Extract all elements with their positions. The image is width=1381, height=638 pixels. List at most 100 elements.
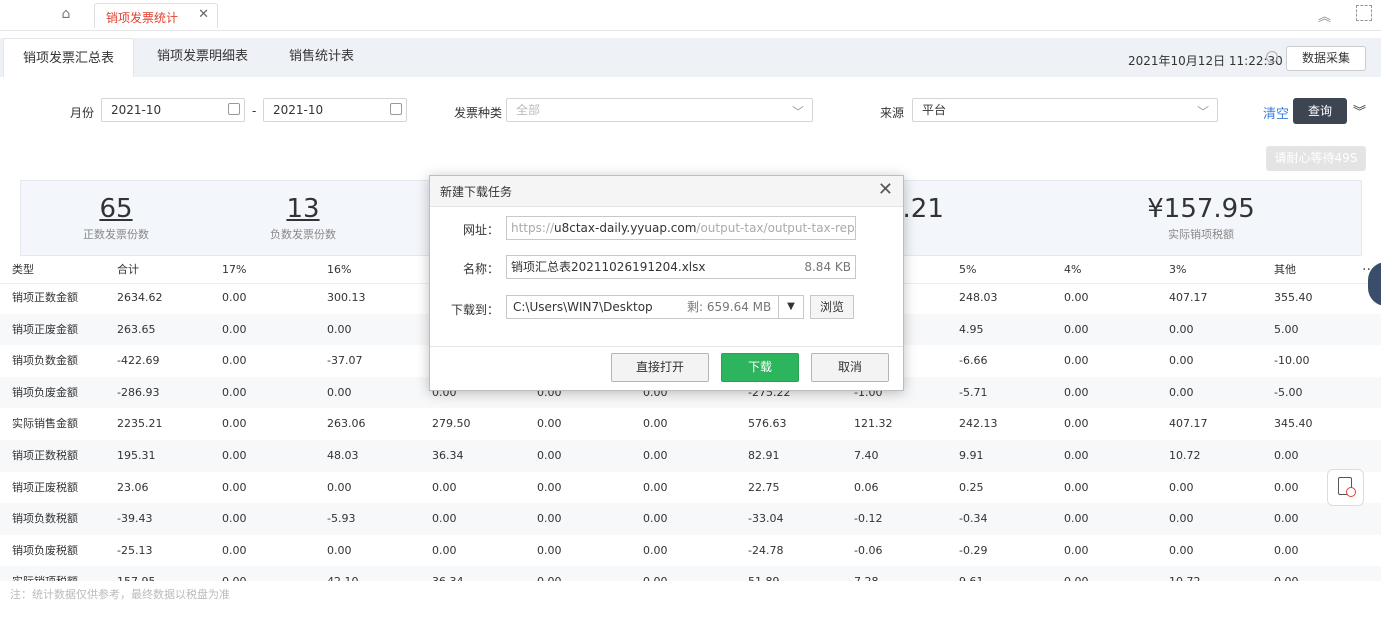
- expand-icon[interactable]: ︾: [1353, 101, 1366, 120]
- calendar-icon[interactable]: [228, 103, 240, 115]
- table-cell: -0.12: [854, 512, 883, 526]
- table-cell: 7.40: [854, 449, 879, 462]
- stat-value: ¥157.95: [1147, 194, 1255, 224]
- table-cell: 263.65: [117, 322, 156, 336]
- table-cell: 0.00: [643, 449, 668, 462]
- tab-sales-stats[interactable]: 销售统计表: [289, 38, 354, 77]
- table-cell: -0.06: [854, 543, 883, 557]
- tab-summary[interactable]: 销项发票汇总表: [3, 38, 134, 77]
- table-cell: 0.00: [1064, 449, 1089, 462]
- table-row: 实际销项税额 157.95 0.00 42.10 36.34 0.00 0.00 51.89 7…: [0, 566, 1381, 581]
- invoice-type-select[interactable]: 全部 ﹀: [506, 98, 813, 122]
- table-cell: -0.34: [959, 512, 988, 526]
- table-cell: 7.28: [854, 566, 879, 581]
- table-cell: 51.89: [748, 566, 780, 581]
- stat-value[interactable]: 65: [71, 193, 161, 225]
- download-button[interactable]: 下载: [721, 353, 799, 382]
- table-cell: 0.00: [1169, 480, 1194, 494]
- row-type-cell: 销项正数金额: [12, 291, 78, 304]
- table-cell: -0.29: [959, 543, 988, 557]
- table-cell: 0.00: [327, 480, 352, 494]
- tab-detail[interactable]: 销项发票明细表: [157, 38, 248, 77]
- table-cell: 121.32: [854, 417, 893, 431]
- row-type-cell: 销项正废金额: [12, 322, 78, 336]
- table-cell: 355.40: [1274, 291, 1313, 304]
- collapse-up-icon[interactable]: ︽: [1318, 6, 1331, 25]
- dialog-title: 新建下载任务: [440, 185, 513, 199]
- table-cell: 0.00: [1169, 354, 1194, 368]
- tab-sales-invoice-stats[interactable]: 销项发票统计 ✕: [94, 3, 218, 28]
- table-cell: -37.07: [327, 354, 363, 368]
- save-path-field[interactable]: C:\Users\WIN7\Desktop 剩: 659.64 MB: [506, 295, 779, 319]
- browse-button[interactable]: 浏览: [810, 295, 854, 319]
- cancel-button[interactable]: 取消: [811, 353, 889, 382]
- source-select[interactable]: 平台 ﹀: [912, 98, 1218, 122]
- table-cell: 279.50: [432, 417, 471, 431]
- close-icon[interactable]: ✕: [878, 179, 893, 200]
- path-dropdown-icon[interactable]: ▼: [778, 295, 804, 319]
- current-datetime: 2021年10月12日 11:22:30: [1128, 54, 1283, 68]
- table-cell: 0.00: [222, 385, 247, 399]
- month-from-input[interactable]: 2021-10: [101, 98, 245, 122]
- table-cell: 0.00: [643, 543, 668, 557]
- url-path: /output-tax/output-tax-repo: [696, 221, 856, 235]
- query-button[interactable]: 查询: [1293, 98, 1347, 124]
- table-cell: 0.00: [1064, 480, 1089, 494]
- table-cell: 0.00: [643, 417, 668, 431]
- name-label: 名称：: [463, 262, 500, 276]
- calendar-icon[interactable]: [390, 103, 402, 115]
- data-collect-button[interactable]: 数据采集: [1286, 46, 1366, 71]
- table-cell: 407.17: [1169, 291, 1208, 304]
- table-cell: 9.91: [959, 449, 984, 462]
- table-cell: 0.06: [854, 480, 879, 494]
- table-cell: -25.13: [117, 543, 153, 557]
- save-to-label: 下载到：: [451, 303, 500, 317]
- file-size: 8.84 KB: [804, 260, 851, 274]
- table-cell: 0.00: [432, 543, 457, 557]
- table-cell: 5.00: [1274, 322, 1299, 336]
- table-cell: 0.00: [327, 543, 352, 557]
- stat-value[interactable]: 13: [258, 193, 348, 225]
- wait-button: 请耐心等待49S: [1266, 146, 1366, 171]
- column-header: 类型: [12, 263, 34, 276]
- month-to-input[interactable]: 2021-10: [263, 98, 407, 122]
- table-cell: 0.00: [1169, 322, 1194, 336]
- close-icon[interactable]: ✕: [198, 7, 209, 22]
- clear-link[interactable]: 清空: [1263, 103, 1289, 122]
- table-cell: 0.00: [1064, 543, 1089, 557]
- table-cell: 0.00: [432, 480, 457, 494]
- table-cell: 36.34: [432, 449, 464, 462]
- table-cell: 0.00: [1274, 566, 1299, 581]
- stat-negative-count: 13 负数发票份数: [258, 193, 348, 242]
- table-cell: 23.06: [117, 480, 149, 494]
- file-name-field[interactable]: 销项汇总表20211026191204.xlsx 8.84 KB: [506, 255, 856, 279]
- table-cell: 0.00: [1064, 512, 1089, 526]
- url-label: 网址：: [463, 223, 500, 237]
- column-header: 3%: [1169, 263, 1187, 276]
- table-cell: 0.00: [537, 543, 562, 557]
- table-cell: 82.91: [748, 449, 780, 462]
- fullscreen-icon[interactable]: [1356, 5, 1372, 21]
- table-cell: 0.00: [1064, 566, 1089, 581]
- table-cell: 0.00: [643, 566, 668, 581]
- table-cell: 0.00: [222, 543, 247, 557]
- table-cell: 0.00: [327, 385, 352, 399]
- stat-actual-output-tax: ¥157.95 实际销项税额: [1121, 193, 1281, 242]
- column-header: 5%: [959, 263, 977, 276]
- table-cell: 345.40: [1274, 417, 1313, 431]
- column-header: 其他: [1274, 263, 1296, 276]
- url-field[interactable]: https://u8ctax-daily.yyuap.com/output-ta…: [506, 216, 856, 240]
- open-directly-button[interactable]: 直接打开: [611, 353, 709, 382]
- table-cell: 407.17: [1169, 417, 1208, 431]
- source-label: 来源: [880, 106, 905, 120]
- table-cell: -10.00: [1274, 354, 1310, 368]
- table-cell: 248.03: [959, 291, 998, 304]
- column-header: 合计: [117, 263, 139, 276]
- table-cell: 0.00: [643, 480, 668, 494]
- dialog-divider: [430, 346, 903, 347]
- table-cell: 0.00: [537, 512, 562, 526]
- home-icon[interactable]: ⌂: [56, 6, 76, 24]
- table-cell: 0.00: [222, 512, 247, 526]
- row-type-cell: 实际销项税额: [12, 566, 78, 581]
- tax-search-float-button[interactable]: [1327, 469, 1364, 506]
